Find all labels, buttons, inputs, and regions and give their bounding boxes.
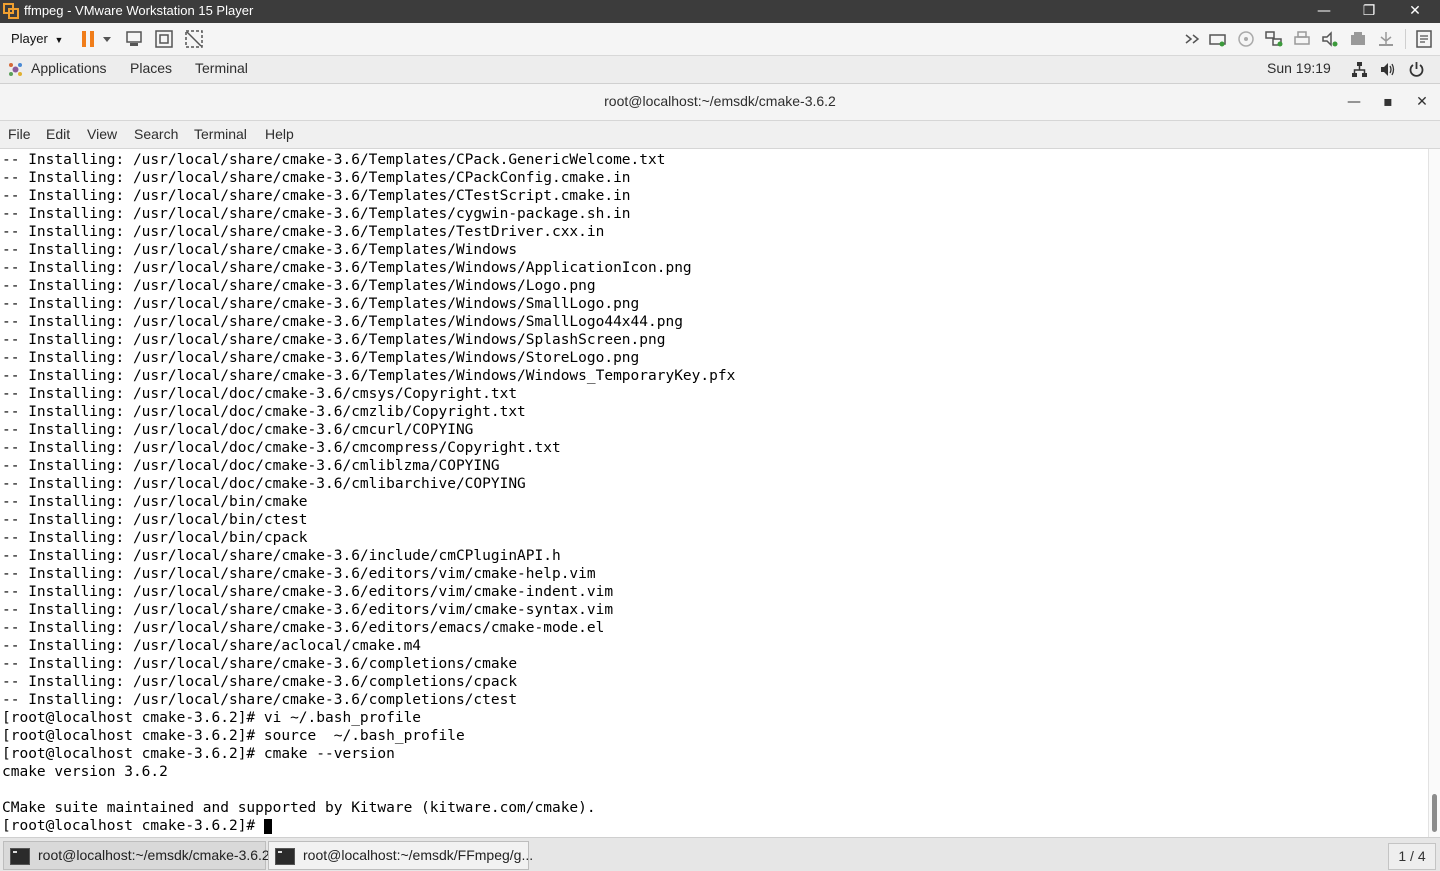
terminal-line: -- Installing: /usr/local/share/cmake-3.… <box>2 278 596 294</box>
terminal-line: -- Installing: /usr/local/bin/cmake <box>2 494 308 510</box>
terminal-line: -- Installing: /usr/local/share/cmake-3.… <box>2 566 596 582</box>
vmware-window-title: ffmpeg - VMware Workstation 15 Player <box>24 3 254 18</box>
terminal-line: -- Installing: /usr/local/share/cmake-3.… <box>2 152 666 168</box>
terminal-line: -- Installing: /usr/local/share/cmake-3.… <box>2 332 666 348</box>
terminal-line: -- Installing: /usr/local/share/cmake-3.… <box>2 548 561 564</box>
applications-menu[interactable]: Applications <box>31 60 107 76</box>
terminal-line: -- Installing: /usr/local/doc/cmake-3.6/… <box>2 476 526 492</box>
terminal-line: -- Installing: /usr/local/share/cmake-3.… <box>2 620 605 636</box>
terminal-line: -- Installing: /usr/local/share/cmake-3.… <box>2 602 614 618</box>
menu-edit[interactable]: Edit <box>46 126 70 142</box>
terminal-icon <box>275 848 295 865</box>
vm-restore-button[interactable]: ❐ <box>1346 0 1392 23</box>
player-menu-button[interactable]: Player ▼ <box>4 27 70 51</box>
menu-view[interactable]: View <box>87 126 117 142</box>
terminal-line: -- Installing: /usr/local/share/cmake-3.… <box>2 170 631 186</box>
terminal-line: -- Installing: /usr/local/share/cmake-3.… <box>2 224 605 240</box>
menu-help[interactable]: Help <box>265 126 294 142</box>
network-icon[interactable] <box>1351 61 1368 78</box>
terminal-line: -- Installing: /usr/local/doc/cmake-3.6/… <box>2 386 518 402</box>
terminal-line: [root@localhost cmake-3.6.2]# cmake --ve… <box>2 746 395 762</box>
terminal-line: [root@localhost cmake-3.6.2]# <box>2 818 264 834</box>
taskbar-item-label: root@localhost:~/emsdk/cmake-3.6.2 <box>38 847 270 863</box>
terminal-line: -- Installing: /usr/local/share/cmake-3.… <box>2 206 631 222</box>
vmware-titlebar: ffmpeg - VMware Workstation 15 Player — … <box>0 0 1440 23</box>
usb-icon[interactable] <box>1348 29 1368 49</box>
taskbar-item-ffmpeg[interactable]: root@localhost:~/emsdk/FFmpeg/g... <box>268 841 533 870</box>
terminal-line: CMake suite maintained and supported by … <box>2 800 596 816</box>
terminal-line: -- Installing: /usr/local/share/cmake-3.… <box>2 242 518 258</box>
clock[interactable]: Sun 19:19 <box>1267 60 1331 76</box>
terminal-line: -- Installing: /usr/local/share/cmake-3.… <box>2 296 640 312</box>
terminal-line: -- Installing: /usr/local/share/cmake-3.… <box>2 350 640 366</box>
terminal-menubar: File Edit View Search Terminal Help <box>0 121 1440 149</box>
terminal-maximize-button[interactable]: ▪ <box>1376 90 1400 114</box>
menu-file[interactable]: File <box>8 126 31 142</box>
terminal-line: -- Installing: /usr/local/share/cmake-3.… <box>2 674 518 690</box>
unity-icon[interactable] <box>184 29 204 49</box>
terminal-line: cmake version 3.6.2 <box>2 764 168 780</box>
menu-search[interactable]: Search <box>134 126 178 142</box>
vmware-toolbar: Player ▼ <box>0 23 1440 56</box>
menu-terminal[interactable]: Terminal <box>194 126 247 142</box>
taskbar-item-cmake[interactable]: root@localhost:~/emsdk/cmake-3.6.2 <box>3 841 270 870</box>
terminal-line: -- Installing: /usr/local/doc/cmake-3.6/… <box>2 458 500 474</box>
terminal-window-title: root@localhost:~/emsdk/cmake-3.6.2 <box>604 93 836 109</box>
message-log-icon[interactable] <box>1414 29 1434 49</box>
window-list-taskbar: root@localhost:~/emsdk/cmake-3.6.2 root@… <box>0 837 1440 871</box>
player-menu-label: Player <box>11 31 48 46</box>
terminal-line: -- Installing: /usr/local/share/cmake-3.… <box>2 368 736 384</box>
usb-controller-icon[interactable] <box>1376 29 1396 49</box>
terminal-line: -- Installing: /usr/local/bin/cpack <box>2 530 308 546</box>
terminal-icon <box>10 848 30 865</box>
terminal-line: -- Installing: /usr/local/share/cmake-3.… <box>2 584 614 600</box>
taskbar-item-label: root@localhost:~/emsdk/FFmpeg/g... <box>303 847 534 863</box>
vm-close-button[interactable]: ✕ <box>1392 0 1438 23</box>
terminal-line: -- Installing: /usr/local/share/aclocal/… <box>2 638 422 654</box>
terminal-line: -- Installing: /usr/local/share/cmake-3.… <box>2 260 692 276</box>
terminal-line: -- Installing: /usr/local/share/cmake-3.… <box>2 314 683 330</box>
chevron-down-icon: ▼ <box>54 35 64 45</box>
terminal-line: -- Installing: /usr/local/doc/cmake-3.6/… <box>2 404 526 420</box>
terminal-line: -- Installing: /usr/local/share/cmake-3.… <box>2 656 518 672</box>
dropdown-icon[interactable] <box>100 29 114 49</box>
volume-icon[interactable] <box>1379 61 1396 78</box>
hard-disk-icon[interactable] <box>1208 29 1228 49</box>
terminal-scrollbar[interactable] <box>1428 149 1440 837</box>
printer-icon[interactable] <box>1292 29 1312 49</box>
terminal-app-menu[interactable]: Terminal <box>195 60 248 76</box>
places-menu[interactable]: Places <box>130 60 172 76</box>
terminal-line: -- Installing: /usr/local/share/cmake-3.… <box>2 188 631 204</box>
terminal-line: -- Installing: /usr/local/bin/ctest <box>2 512 308 528</box>
sound-card-icon[interactable] <box>1320 29 1340 49</box>
terminal-line: [root@localhost cmake-3.6.2]# vi ~/.bash… <box>2 710 422 726</box>
scrollbar-thumb[interactable] <box>1432 794 1437 832</box>
applications-icon <box>9 63 22 76</box>
terminal-close-button[interactable]: ✕ <box>1410 90 1434 114</box>
terminal-output[interactable]: -- Installing: /usr/local/share/cmake-3.… <box>0 149 1428 837</box>
pause-icon[interactable] <box>78 29 98 49</box>
terminal-window-header: root@localhost:~/emsdk/cmake-3.6.2 — ▪ ✕ <box>0 84 1440 121</box>
terminal-line: [root@localhost cmake-3.6.2]# source ~/.… <box>2 728 465 744</box>
terminal-line: -- Installing: /usr/local/doc/cmake-3.6/… <box>2 422 474 438</box>
terminal-minimize-button[interactable]: — <box>1342 90 1366 114</box>
power-icon[interactable] <box>1408 61 1425 78</box>
terminal-cursor <box>263 819 272 834</box>
network-adapter-icon[interactable] <box>1264 29 1284 49</box>
toolbar-separator <box>1405 29 1406 49</box>
terminal-line: -- Installing: /usr/local/share/cmake-3.… <box>2 692 518 708</box>
vm-minimize-button[interactable]: — <box>1301 0 1347 23</box>
workspace-indicator[interactable]: 1 / 4 <box>1388 843 1436 870</box>
send-ctrl-alt-del-icon[interactable] <box>124 29 144 49</box>
forward-icon[interactable] <box>1183 29 1203 49</box>
fullscreen-icon[interactable] <box>154 29 174 49</box>
vmware-logo-icon <box>3 3 19 19</box>
terminal-line: -- Installing: /usr/local/doc/cmake-3.6/… <box>2 440 561 456</box>
cd-dvd-icon[interactable] <box>1236 29 1256 49</box>
gnome-top-bar: Applications Places Terminal Sun 19:19 <box>0 56 1440 84</box>
